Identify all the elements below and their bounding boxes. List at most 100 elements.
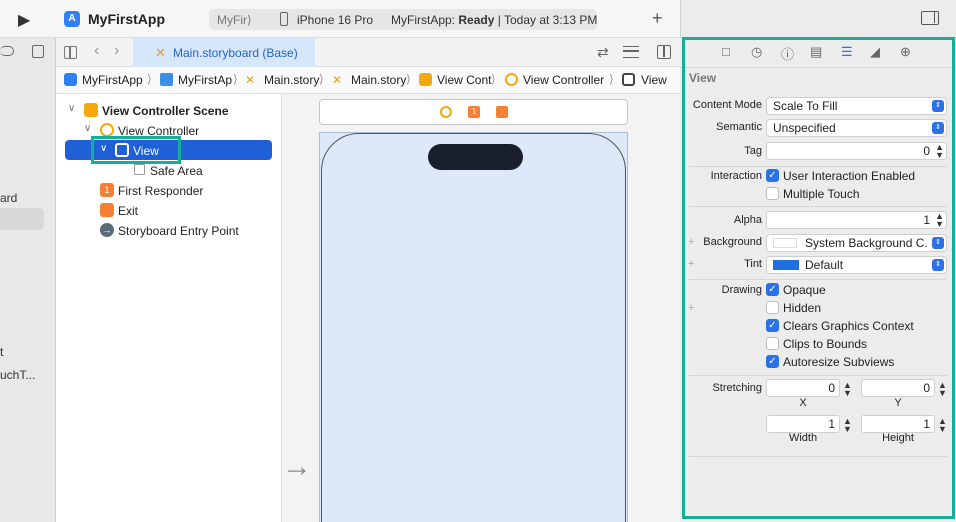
status-state: Ready	[458, 13, 495, 27]
tint-popup[interactable]: Default ⇕	[766, 256, 947, 274]
alpha-field[interactable]: 1 ▲ ▼	[766, 211, 947, 229]
stretch-y-field[interactable]: 0	[861, 379, 935, 397]
run-destination[interactable]: iPhone 16 Pro	[297, 13, 373, 27]
field-value: 0	[923, 144, 930, 158]
breadcrumb-item[interactable]: View Controller	[523, 73, 604, 87]
editor-options-icon[interactable]	[623, 46, 639, 58]
tag-field[interactable]: 0 ▲ ▼	[766, 142, 947, 160]
disclosure-down-icon[interactable]: ∨	[84, 123, 91, 134]
clears-graphics-label: Clears Graphics Context	[783, 319, 914, 333]
multiple-touch-label: Multiple Touch	[783, 187, 860, 201]
navigator-icon[interactable]	[0, 46, 14, 56]
file-inspector-icon[interactable]: □	[722, 44, 730, 59]
popup-arrow-icon: ⇕	[932, 259, 944, 271]
add-editor-icon[interactable]	[657, 45, 671, 59]
breadcrumb-item[interactable]: Main.story	[264, 73, 319, 87]
hidden-checkbox[interactable]	[766, 301, 779, 314]
titlebar-right	[680, 0, 956, 38]
outline-row-entry-point[interactable]: → Storyboard Entry Point	[56, 220, 282, 240]
back-button[interactable]: ‹	[94, 42, 99, 60]
app-title: MyFirstApp	[88, 11, 165, 27]
exit-icon[interactable]	[496, 106, 508, 118]
breadcrumb-item[interactable]: View Cont	[437, 73, 491, 87]
semantic-popup[interactable]: Unspecified ⇕	[766, 119, 947, 137]
outline-label: View Controller Scene	[102, 104, 229, 118]
stepper-icon[interactable]: ▲ ▼	[935, 143, 944, 160]
outline-row-safe-area[interactable]: Safe Area	[56, 160, 282, 180]
outline-label: Storyboard Entry Point	[118, 224, 239, 238]
run-button[interactable]: ▶	[18, 10, 30, 30]
outline-row-exit[interactable]: Exit	[56, 200, 282, 220]
storyboard-canvas[interactable]: 1 →	[282, 94, 680, 522]
stepper-icon[interactable]: ▲ ▼	[938, 417, 947, 434]
view-controller-icon[interactable]	[440, 106, 452, 118]
disclosure-down-icon[interactable]: ∨	[68, 103, 75, 114]
stepper-icon[interactable]: ▲ ▼	[938, 381, 947, 398]
clips-bounds-checkbox[interactable]	[766, 337, 779, 350]
help-icon[interactable]: ⓘ	[781, 44, 794, 63]
chevron-right-icon: ⟩	[406, 72, 411, 86]
background-popup[interactable]: System Background C... ⇕	[766, 234, 947, 252]
divider	[689, 166, 947, 167]
connections-icon[interactable]: ⊕	[900, 44, 911, 60]
forward-button[interactable]: ›	[114, 42, 119, 60]
breadcrumb-item[interactable]: MyFirstApp	[82, 73, 143, 87]
folder-icon	[160, 73, 173, 86]
breadcrumb-item[interactable]: Main.story	[351, 73, 406, 87]
field-value: 0	[923, 381, 930, 395]
tab-main-storyboard[interactable]: ✕ Main.storyboard (Base)	[133, 38, 315, 67]
identity-icon[interactable]: ▤	[810, 44, 822, 60]
popup-value: Default	[805, 258, 844, 272]
stepper-icon[interactable]: ▲ ▼	[843, 381, 852, 398]
related-items-icon[interactable]	[64, 46, 77, 59]
content-mode-popup[interactable]: Scale To Fill ⇕	[766, 97, 947, 115]
outline-label: First Responder	[118, 184, 204, 198]
breadcrumb-item[interactable]: MyFirstAp	[178, 73, 232, 87]
interaction-label: Interaction	[710, 170, 762, 182]
popup-arrow-icon: ⇕	[932, 122, 944, 134]
status-time: | Today at 3:13 PM	[497, 13, 598, 27]
add-variation-icon[interactable]: +	[688, 302, 694, 314]
swap-icon[interactable]: ⇄	[597, 44, 609, 61]
storyboard-icon: ✕	[245, 73, 256, 87]
outline-row-first-responder[interactable]: 1 First Responder	[56, 180, 282, 200]
history-icon[interactable]: ◷	[751, 44, 762, 60]
stretch-height-field[interactable]: 1	[861, 415, 935, 433]
breadcrumb-item[interactable]: View	[641, 73, 667, 87]
outline-row-scene[interactable]: ∨ View Controller Scene	[56, 100, 282, 120]
first-responder-icon[interactable]: 1	[468, 106, 480, 118]
user-interaction-checkbox[interactable]: ✓	[766, 169, 779, 182]
opaque-checkbox[interactable]: ✓	[766, 283, 779, 296]
attributes-icon[interactable]: ☰	[841, 44, 853, 60]
scheme-target[interactable]: MyFir⟩	[217, 13, 252, 27]
navigator-item[interactable]: uchT...	[0, 368, 35, 382]
project-icon	[64, 73, 77, 86]
divider	[689, 279, 947, 280]
stepper-icon[interactable]: ▲ ▼	[935, 212, 944, 229]
y-label: Y	[894, 397, 902, 409]
navigator-item[interactable]: ard	[0, 191, 17, 205]
autoresize-checkbox[interactable]: ✓	[766, 355, 779, 368]
inspector-toggle-icon[interactable]	[921, 11, 939, 25]
view-canvas[interactable]	[319, 132, 628, 522]
multiple-touch-checkbox[interactable]	[766, 187, 779, 200]
width-label: Width	[788, 432, 818, 444]
hidden-label: Hidden	[783, 301, 822, 315]
stretch-width-field[interactable]: 1	[766, 415, 840, 433]
user-interaction-label: User Interaction Enabled	[783, 169, 916, 183]
entry-point-arrow-icon[interactable]: →	[282, 450, 312, 484]
stepper-icon[interactable]: ▲ ▼	[843, 417, 852, 434]
activity-status: MyFirstApp: Ready | Today at 3:13 PM	[391, 13, 597, 27]
dynamic-island	[428, 144, 523, 170]
clears-graphics-checkbox[interactable]: ✓	[766, 319, 779, 332]
scene-dock[interactable]: 1	[319, 99, 628, 125]
navigator-item[interactable]: t	[0, 345, 3, 359]
navigator-selected-item[interactable]	[0, 208, 44, 230]
document-icon[interactable]	[32, 45, 44, 58]
size-icon[interactable]: ◢	[870, 44, 880, 60]
scheme-selector[interactable]: MyFir⟩ iPhone 16 Pro MyFirstApp: Ready |…	[209, 9, 597, 30]
stretch-x-field[interactable]: 0	[766, 379, 840, 397]
autoresize-label: Autoresize Subviews	[783, 355, 895, 369]
add-library-button[interactable]: +	[652, 8, 663, 29]
view-controller-icon	[505, 73, 518, 86]
